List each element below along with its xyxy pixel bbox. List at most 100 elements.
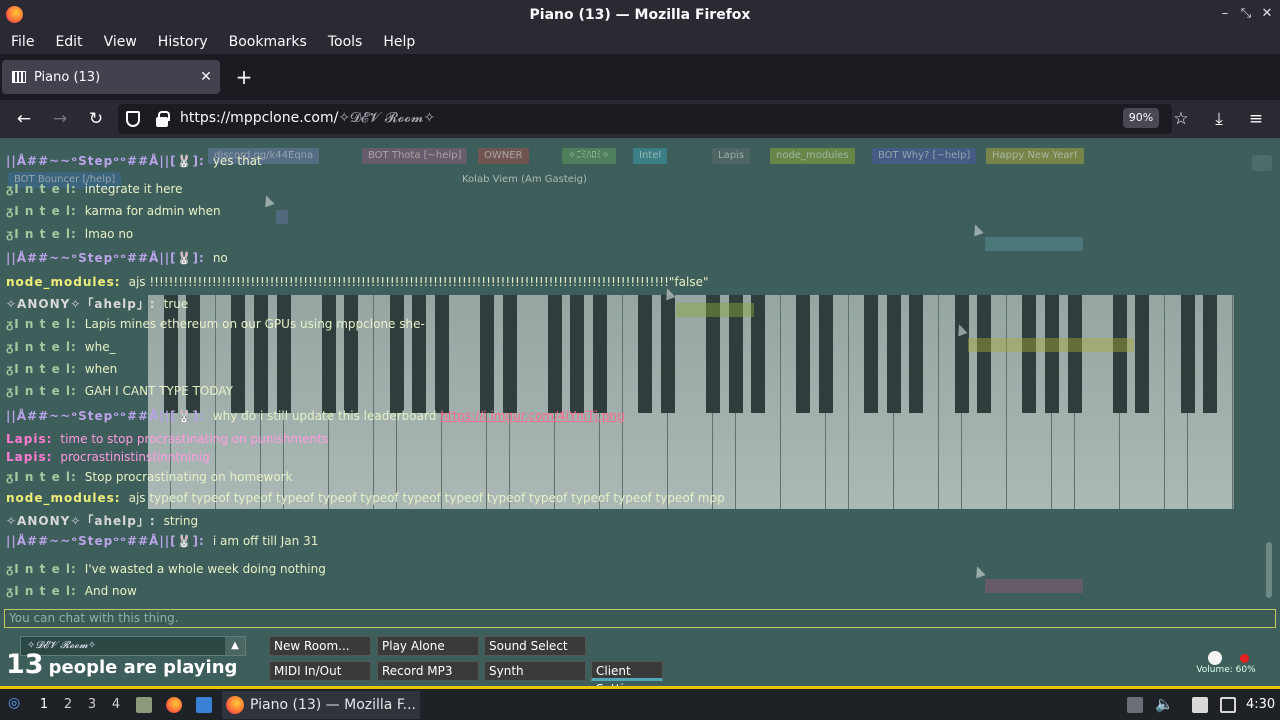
downloads-icon[interactable]: ⤓ — [1207, 108, 1231, 130]
chat-nick[interactable]: Lapis: — [6, 450, 52, 464]
piano-black-key[interactable] — [276, 295, 291, 413]
user-badge[interactable]: BOT Thota [~help] — [362, 148, 468, 164]
back-icon[interactable]: ← — [12, 108, 36, 130]
chat-nick[interactable]: ᵹI n t e l: — [6, 562, 77, 576]
piano-black-key[interactable] — [1045, 295, 1059, 413]
piano-black-key[interactable] — [593, 295, 607, 413]
piano-black-key[interactable] — [977, 295, 992, 413]
piano-black-key[interactable] — [796, 295, 811, 413]
chat-nick[interactable]: ||Å##~~ᵒStepᵒᵒ##Å||[🐰]: — [6, 251, 205, 265]
tracking-shield-icon[interactable] — [126, 111, 140, 127]
user-badge[interactable]: ✧ﾆﾐﾊﾛﾐ✧ — [562, 148, 616, 164]
chat-nick[interactable]: ✧ANONY✧「ahelp」: — [6, 297, 156, 311]
minimize-icon[interactable]: – — [1216, 6, 1234, 21]
new-room-button[interactable]: New Room... — [269, 636, 371, 656]
volume-knob[interactable] — [1208, 651, 1222, 665]
chat-nick[interactable]: ᵹI n t e l: — [6, 584, 77, 598]
piano-black-key[interactable] — [819, 295, 833, 413]
sound-select-button[interactable]: Sound Select — [484, 636, 586, 656]
url-text[interactable]: https://mppclone.com/✧𝓓𝓔𝓥 𝓡𝓸𝓸𝓶✧ — [180, 110, 435, 126]
client-settings-button[interactable]: Client Settings — [591, 661, 663, 686]
play-alone-button[interactable]: Play Alone — [377, 636, 479, 656]
chat-nick[interactable]: ᵹI n t e l: — [6, 340, 77, 354]
piano-black-key[interactable] — [1135, 295, 1150, 413]
close-tab-icon[interactable]: ✕ — [196, 69, 216, 85]
chat-nick[interactable]: ||Å##~~ᵒStepᵒᵒ##Å||[🐰]: — [6, 534, 205, 548]
chat-nick[interactable]: ᵹI n t e l: — [6, 182, 77, 196]
taskbar-window-firefox[interactable]: Piano (13) — Mozilla F... — [222, 691, 420, 719]
chat-nick[interactable]: ᵹI n t e l: — [6, 317, 77, 331]
piano-black-key[interactable] — [638, 295, 653, 413]
piano-black-key[interactable] — [1022, 295, 1037, 413]
chat-scrollbar[interactable] — [1266, 542, 1272, 598]
workspace-1[interactable]: 1 — [37, 697, 51, 712]
chat-nick[interactable]: ᵹI n t e l: — [6, 470, 77, 484]
user-badge[interactable]: Happy New Year! — [986, 148, 1084, 164]
chat-nick[interactable]: ||Å##~~ᵒStepᵒᵒ##Å||[🐰]: — [6, 154, 205, 168]
menu-history[interactable]: History — [150, 34, 216, 50]
piano-black-key[interactable] — [886, 295, 901, 413]
record-mp3-button[interactable]: Record MP3 — [377, 661, 479, 681]
piano-black-key[interactable] — [1203, 295, 1218, 413]
piano-black-key[interactable] — [1067, 295, 1082, 413]
piano-black-key[interactable] — [480, 295, 494, 413]
piano-black-key[interactable] — [254, 295, 268, 413]
piano-black-key[interactable] — [321, 295, 336, 413]
piano-black-key[interactable] — [570, 295, 585, 413]
piano-black-key[interactable] — [909, 295, 924, 413]
chat-toggle-icon[interactable] — [1252, 155, 1272, 171]
piano-black-key[interactable] — [344, 295, 359, 413]
piano-black-key[interactable] — [389, 295, 404, 413]
chat-nick[interactable]: ᵹI n t e l: — [6, 384, 77, 398]
menu-file[interactable]: File — [3, 34, 42, 50]
restore-icon[interactable]: ⤡ — [1237, 6, 1255, 21]
workspace-3[interactable]: 3 — [85, 697, 99, 712]
chat-nick[interactable]: Lapis: — [6, 432, 52, 446]
user-badge[interactable]: Kolab Viem (Am Gasteig) — [456, 172, 593, 188]
file-manager-icon[interactable] — [136, 697, 152, 713]
piano-black-key[interactable] — [1180, 295, 1195, 413]
piano-black-key[interactable] — [231, 295, 246, 413]
piano-black-key[interactable] — [434, 295, 449, 413]
user-badge[interactable]: BOT Why? [~help] — [872, 148, 977, 164]
lock-icon[interactable] — [156, 111, 170, 127]
chat-nick[interactable]: node_modules: — [6, 491, 121, 505]
workspace-4[interactable]: 4 — [109, 697, 123, 712]
menu-tools[interactable]: Tools — [320, 34, 371, 50]
url-bar[interactable]: https://mppclone.com/✧𝓓𝓔𝓥 𝓡𝓸𝓸𝓶✧ — [118, 104, 1172, 134]
start-menu-icon[interactable]: ◎ — [8, 695, 20, 711]
user-badge[interactable]: Lapis — [712, 148, 751, 164]
chat-nick[interactable]: ᵹI n t e l: — [6, 362, 77, 376]
forward-icon[interactable]: → — [48, 108, 72, 130]
user-badge[interactable]: OWNER — [478, 148, 529, 164]
menu-view[interactable]: View — [96, 34, 145, 50]
user-badge[interactable]: Intel — [633, 148, 668, 164]
piano-black-key[interactable] — [1112, 295, 1127, 413]
zoom-level[interactable]: 90% — [1123, 108, 1159, 128]
tab-piano[interactable]: Piano (13) ✕ — [2, 60, 220, 94]
chat-input[interactable]: You can chat with this thing. — [4, 609, 1276, 628]
speaker-icon[interactable]: 🔈 — [1155, 695, 1174, 713]
close-window-icon[interactable]: ✕ — [1258, 6, 1276, 21]
notes-icon[interactable] — [1192, 697, 1208, 713]
menu-bookmarks[interactable]: Bookmarks — [221, 34, 315, 50]
clipboard-icon[interactable] — [1127, 697, 1143, 713]
firefox-launcher-icon[interactable] — [166, 697, 182, 713]
piano-black-key[interactable] — [502, 295, 517, 413]
piano-black-key[interactable] — [954, 295, 969, 413]
piano-black-key[interactable] — [864, 295, 879, 413]
workspace-2[interactable]: 2 — [61, 697, 75, 712]
menu-help[interactable]: Help — [375, 34, 423, 50]
midi-button[interactable]: MIDI In/Out — [269, 661, 371, 681]
piano-black-key[interactable] — [412, 295, 427, 413]
menu-edit[interactable]: Edit — [47, 34, 90, 50]
user-badge[interactable]: node_modules — [770, 148, 855, 164]
bookmark-star-icon[interactable]: ☆ — [1169, 108, 1193, 130]
terminal-icon[interactable] — [196, 697, 212, 713]
chat-nick[interactable]: node_modules: — [6, 275, 121, 289]
chat-nick[interactable]: ᵹI n t e l: — [6, 204, 77, 218]
chat-nick[interactable]: ||Å##~~ᵒStepᵒᵒ##Å||[🐰]: — [6, 409, 205, 423]
chat-link[interactable]: https://i.imgur.com/4iYniTj.png — [440, 409, 624, 423]
reload-icon[interactable]: ↻ — [84, 108, 108, 130]
chat-nick[interactable]: ✧ANONY✧「ahelp」: — [6, 514, 156, 528]
